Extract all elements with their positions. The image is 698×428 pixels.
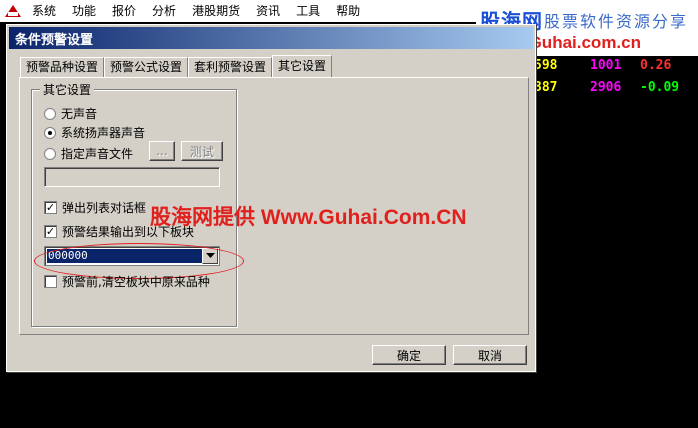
watermark-overlay: 股海网提供 Www.Guhai.Com.CN <box>150 206 467 229</box>
quote-volume: 1001 <box>590 58 622 73</box>
menu-system[interactable]: 系统 <box>24 0 64 22</box>
menu-quote[interactable]: 报价 <box>104 0 144 22</box>
radio-sound-file[interactable]: 指定声音文件 <box>44 145 133 162</box>
tab-alert-symbols[interactable]: 预警品种设置 <box>20 57 105 77</box>
checkbox-unchecked[interactable] <box>44 275 57 288</box>
tab-alert-formula[interactable]: 预警公式设置 <box>104 57 189 77</box>
quote-row: 598 1001 0.26 <box>534 58 698 76</box>
radio-no-sound[interactable]: 无声音 <box>44 105 97 122</box>
quote-value: 598 <box>534 58 558 73</box>
radio-button[interactable] <box>44 107 56 120</box>
tab-arbitrage-alert[interactable]: 套利预警设置 <box>188 57 273 77</box>
quote-change: 0.26 <box>640 58 672 73</box>
radio-button[interactable] <box>44 147 56 160</box>
radio-label: 无声音 <box>61 107 98 121</box>
sound-file-input[interactable] <box>44 167 220 187</box>
check-clear-block[interactable]: 预警前,清空板块中原来品种 <box>44 273 210 290</box>
dialog-title-bar[interactable]: 条件预警设置 <box>9 27 533 49</box>
quote-change: -0.09 <box>640 80 680 95</box>
radio-system-speaker[interactable]: 系统扬声器声音 <box>44 124 145 141</box>
menu-help[interactable]: 帮助 <box>328 0 368 22</box>
radio-button[interactable] <box>44 126 56 139</box>
menu-tools[interactable]: 工具 <box>288 0 328 22</box>
watermark-slogan: 股票软件资源分享 <box>544 12 689 31</box>
tab-strip: 预警品种设置 预警公式设置 套利预警设置 其它设置 <box>20 55 333 77</box>
menu-hk-futures[interactable]: 港股期货 <box>184 0 248 22</box>
radio-label: 系统扬声器声音 <box>61 126 146 140</box>
checkbox-checked[interactable]: ✓ <box>44 201 57 214</box>
menu-analysis[interactable]: 分析 <box>144 0 184 22</box>
cancel-button[interactable]: 取消 <box>453 345 527 365</box>
quote-row: 387 2906 -0.09 <box>534 80 698 98</box>
browse-button[interactable]: ... <box>149 141 175 161</box>
app-logo-icon[interactable] <box>2 1 24 21</box>
tab-other-settings[interactable]: 其它设置 <box>272 55 333 77</box>
check-popup-list[interactable]: ✓ 弹出列表对话框 <box>44 199 146 216</box>
quote-value: 387 <box>534 80 558 95</box>
menu-news[interactable]: 资讯 <box>248 0 288 22</box>
group-label: 其它设置 <box>40 81 95 98</box>
test-sound-button[interactable]: 测试 <box>181 141 223 161</box>
dialog-title: 条件预警设置 <box>15 32 94 48</box>
checkbox-checked[interactable]: ✓ <box>44 225 57 238</box>
menu-function[interactable]: 功能 <box>64 0 104 22</box>
radio-label: 指定声音文件 <box>61 147 134 161</box>
quote-volume: 2906 <box>590 80 622 95</box>
ok-button[interactable]: 确定 <box>372 345 446 365</box>
checkbox-label: 弹出列表对话框 <box>62 201 147 215</box>
checkbox-label: 预警前,清空板块中原来品种 <box>62 275 210 289</box>
